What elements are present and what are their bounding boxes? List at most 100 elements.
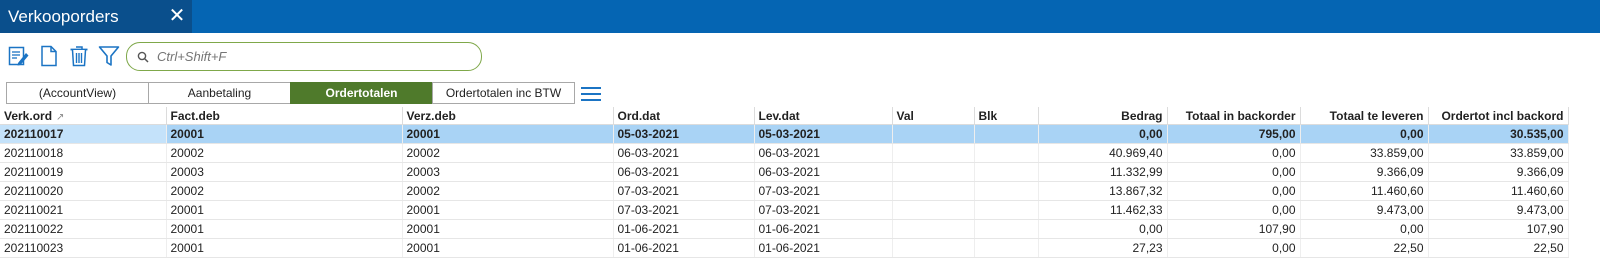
column-header-ordertot-incl-backord[interactable]: Ordertot incl backord [1428, 107, 1569, 125]
cell-lev-dat: 01-06-2021 [754, 219, 893, 239]
cell-totaal-te-leveren: 0,00 [1300, 219, 1429, 239]
cell-val [892, 143, 975, 163]
cell-totaal-te-leveren: 33.859,00 [1300, 143, 1429, 163]
cell-totaal-te-leveren: 0,00 [1300, 124, 1429, 144]
cell-ordertot-incl-backord: 107,90 [1428, 219, 1569, 239]
toolbar [8, 42, 120, 70]
column-header-val[interactable]: Val [892, 107, 975, 125]
cell-totaal-te-leveren: 11.460,60 [1300, 181, 1429, 201]
cell-fact-deb: 20002 [166, 143, 403, 163]
cell-verz-deb: 20002 [402, 181, 614, 201]
cell-blk [974, 200, 1039, 220]
sort-ascending-icon: ↗ [56, 111, 65, 123]
cell-ordertot-incl-backord: 9.473,00 [1428, 200, 1569, 220]
cell-fact-deb: 20002 [166, 181, 403, 201]
cell-verk-ord: 202110019 [0, 162, 167, 182]
cell-fact-deb: 20001 [166, 219, 403, 239]
cell-bedrag: 13.867,32 [1038, 181, 1168, 201]
cell-lev-dat: 05-03-2021 [754, 124, 893, 144]
table-row[interactable]: 202110020 20002 20002 07-03-2021 07-03-2… [0, 181, 1569, 201]
cell-totaal-te-leveren: 9.366,09 [1300, 162, 1429, 182]
cell-verk-ord: 202110021 [0, 200, 167, 220]
view-tab-aanbetaling[interactable]: Aanbetaling [148, 82, 290, 104]
cell-verk-ord: 202110017 [0, 124, 167, 144]
table-row[interactable]: 202110018 20002 20002 06-03-2021 06-03-2… [0, 143, 1569, 163]
search-icon [137, 51, 151, 63]
cell-bedrag: 11.332,99 [1038, 162, 1168, 182]
cell-blk [974, 124, 1039, 144]
cell-ord-dat: 06-03-2021 [613, 143, 755, 163]
cell-blk [974, 143, 1039, 163]
cell-lev-dat: 01-06-2021 [754, 238, 893, 258]
cell-verk-ord: 202110022 [0, 219, 167, 239]
cell-ord-dat: 01-06-2021 [613, 238, 755, 258]
cell-totaal-in-backorder: 0,00 [1167, 238, 1301, 258]
cell-fact-deb: 20001 [166, 200, 403, 220]
column-header-ord-dat[interactable]: Ord.dat [613, 107, 755, 125]
cell-fact-deb: 20001 [166, 238, 403, 258]
title-bar: Verkooporders ✕ [0, 0, 1600, 33]
cell-val [892, 124, 975, 144]
cell-lev-dat: 06-03-2021 [754, 143, 893, 163]
column-header-totaal-te-leveren[interactable]: Totaal te leveren [1300, 107, 1429, 125]
table-row[interactable]: 202110019 20003 20003 06-03-2021 06-03-2… [0, 162, 1569, 182]
cell-ord-dat: 07-03-2021 [613, 181, 755, 201]
cell-lev-dat: 07-03-2021 [754, 181, 893, 201]
view-tab-accountview[interactable]: (AccountView) [6, 82, 148, 104]
cell-ordertot-incl-backord: 30.535,00 [1428, 124, 1569, 144]
cell-verz-deb: 20001 [402, 238, 614, 258]
cell-totaal-in-backorder: 0,00 [1167, 181, 1301, 201]
cell-blk [974, 238, 1039, 258]
column-header-lev-dat[interactable]: Lev.dat [754, 107, 893, 125]
cell-bedrag: 0,00 [1038, 219, 1168, 239]
cell-verz-deb: 20002 [402, 143, 614, 163]
orders-table: Verk.ord ↗ Fact.deb Verz.deb Ord.dat Lev.… [0, 107, 1569, 258]
new-document-icon[interactable] [38, 44, 60, 68]
cell-verz-deb: 20001 [402, 219, 614, 239]
cell-val [892, 181, 975, 201]
cell-val [892, 238, 975, 258]
view-tabs: (AccountView) Aanbetaling Ordertotalen O… [6, 82, 575, 104]
cell-verz-deb: 20001 [402, 200, 614, 220]
cell-verz-deb: 20003 [402, 162, 614, 182]
cell-ord-dat: 05-03-2021 [613, 124, 755, 144]
search-input[interactable] [155, 48, 459, 65]
cell-bedrag: 27,23 [1038, 238, 1168, 258]
column-header-fact-deb[interactable]: Fact.deb [166, 107, 403, 125]
cell-val [892, 200, 975, 220]
cell-fact-deb: 20003 [166, 162, 403, 182]
column-header-verk-ord[interactable]: Verk.ord ↗ [0, 107, 167, 125]
hamburger-menu-icon[interactable] [580, 86, 602, 102]
table-row[interactable]: 202110021 20001 20001 07-03-2021 07-03-2… [0, 200, 1569, 220]
cell-ord-dat: 06-03-2021 [613, 162, 755, 182]
cell-totaal-in-backorder: 0,00 [1167, 143, 1301, 163]
cell-blk [974, 219, 1039, 239]
table-row[interactable]: 202110017 20001 20001 05-03-2021 05-03-2… [0, 124, 1569, 144]
cell-verk-ord: 202110018 [0, 143, 167, 163]
table-header: Verk.ord ↗ Fact.deb Verz.deb Ord.dat Lev.… [0, 107, 1569, 125]
window-tab[interactable]: Verkooporders ✕ [0, 0, 192, 33]
cell-totaal-in-backorder: 0,00 [1167, 200, 1301, 220]
edit-icon[interactable] [8, 44, 30, 68]
cell-blk [974, 162, 1039, 182]
view-tab-ordertotalen-inc-btw[interactable]: Ordertotalen inc BTW [432, 82, 575, 104]
cell-lev-dat: 06-03-2021 [754, 162, 893, 182]
table-row[interactable]: 202110022 20001 20001 01-06-2021 01-06-2… [0, 219, 1569, 239]
close-icon[interactable]: ✕ [162, 0, 192, 33]
cell-verk-ord: 202110023 [0, 238, 167, 258]
column-header-totaal-in-backorder[interactable]: Totaal in backorder [1167, 107, 1301, 125]
window-title: Verkooporders [8, 6, 119, 26]
view-tab-ordertotalen[interactable]: Ordertotalen [290, 82, 432, 104]
column-header-bedrag[interactable]: Bedrag [1038, 107, 1168, 125]
cell-totaal-te-leveren: 22,50 [1300, 238, 1429, 258]
cell-val [892, 162, 975, 182]
table-row[interactable]: 202110023 20001 20001 01-06-2021 01-06-2… [0, 238, 1569, 258]
filter-icon[interactable] [98, 44, 120, 68]
column-header-verz-deb[interactable]: Verz.deb [402, 107, 614, 125]
search-box[interactable] [126, 42, 482, 71]
cell-ordertot-incl-backord: 22,50 [1428, 238, 1569, 258]
cell-ordertot-incl-backord: 11.460,60 [1428, 181, 1569, 201]
cell-ord-dat: 07-03-2021 [613, 200, 755, 220]
column-header-blk[interactable]: Blk [974, 107, 1039, 125]
delete-icon[interactable] [68, 44, 90, 68]
